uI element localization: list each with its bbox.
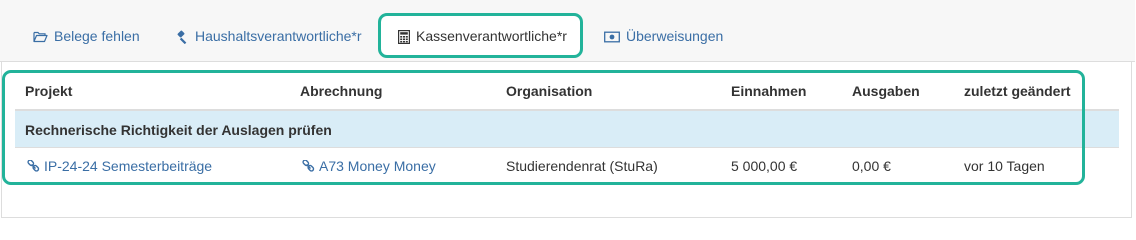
tab-haushaltsverantwortliche[interactable]: Haushaltsverantwortliche*r	[175, 23, 362, 49]
link-icon	[27, 159, 40, 176]
tab-belege-fehlen[interactable]: Belege fehlen	[33, 23, 140, 49]
row-divider	[15, 147, 1119, 148]
folder-open-icon	[33, 31, 48, 43]
tab-label: Haushaltsverantwortliche*r	[195, 28, 362, 44]
calculator-icon	[398, 30, 410, 45]
gavel-icon	[175, 30, 189, 45]
einnahmen-cell: 5 000,00 €	[731, 158, 798, 174]
group-label: Rechnerische Richtigkeit der Auslagen pr…	[25, 122, 332, 138]
tab-label: Überweisungen	[626, 28, 724, 44]
organisation-cell: Studierendenrat (StuRa)	[506, 158, 658, 174]
column-header-organisation[interactable]: Organisation	[506, 83, 592, 99]
tab-label: Belege fehlen	[54, 28, 140, 44]
tab-ueberweisungen[interactable]: Überweisungen	[604, 23, 723, 49]
column-header-abrechnung[interactable]: Abrechnung	[300, 83, 382, 99]
project-link-label: IP-24-24 Semesterbeiträge	[44, 158, 213, 174]
column-header-ausgaben[interactable]: Ausgaben	[852, 83, 920, 99]
link-icon	[302, 159, 315, 176]
column-header-projekt[interactable]: Projekt	[25, 83, 72, 99]
tab-bar: Belege fehlen Haushaltsverantwortliche*r…	[0, 0, 1135, 62]
project-link[interactable]: IP-24-24 Semesterbeiträge	[27, 158, 212, 176]
money-icon	[604, 31, 620, 43]
tab-label: Kassenverantwortliche*r	[416, 28, 567, 44]
group-row: Rechnerische Richtigkeit der Auslagen pr…	[15, 111, 1119, 147]
ausgaben-cell: 0,00 €	[852, 158, 891, 174]
abrechnung-link-label: A73 Money Money	[319, 158, 436, 174]
column-header-zuletzt-geaendert[interactable]: zuletzt geändert	[964, 83, 1071, 99]
zuletzt-geaendert-cell: vor 10 Tagen	[964, 158, 1045, 174]
abrechnung-link[interactable]: A73 Money Money	[302, 158, 436, 176]
tab-kassenverantwortliche[interactable]: Kassenverantwortliche*r	[398, 23, 567, 49]
column-header-einnahmen[interactable]: Einnahmen	[731, 83, 806, 99]
